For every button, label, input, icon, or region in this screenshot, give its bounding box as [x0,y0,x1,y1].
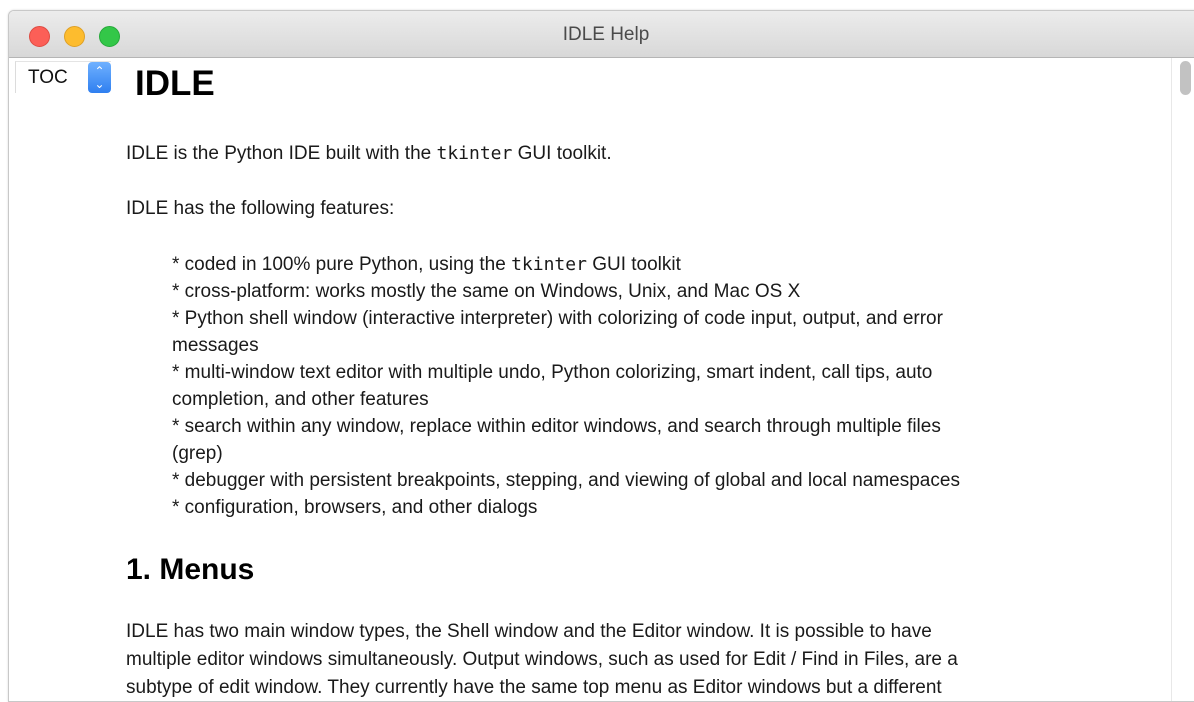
menus-line: IDLE has two main window types, the Shel… [126,621,932,642]
features-list: * coded in 100% pure Python, using the t… [172,251,960,521]
menus-paragraph: IDLE has two main window types, the Shel… [126,618,958,701]
vertical-scrollbar[interactable] [1171,58,1194,701]
feature-line: * configuration, browsers, and other dia… [172,497,538,518]
feature-line: * coded in 100% pure Python, using the t… [172,254,681,275]
intro-text-end: GUI toolkit. [512,143,612,164]
window-title: IDLE Help [562,24,650,45]
help-content[interactable]: TOC ⌃ ⌄ IDLE IDLE is the Python IDE built… [9,58,1181,701]
feature-line: * cross-platform: works mostly the same … [172,281,801,302]
feature-line: completion, and other features [172,389,429,410]
scrollbar-thumb[interactable] [1180,61,1191,95]
help-window: IDLE Help TOC ⌃ ⌄ IDLE IDLE is the Python… [8,10,1194,702]
updown-chevron-icon[interactable]: ⌃ ⌄ [88,62,111,93]
intro-text-start: IDLE is the Python IDE built with the [126,143,437,164]
doc-title: IDLE [135,64,215,103]
feature-line: * multi-window text editor with multiple… [172,362,933,383]
features-intro: IDLE has the following features: [126,198,395,219]
feature-line: * debugger with persistent breakpoints, … [172,470,960,491]
toc-label: TOC [28,67,68,88]
toc-menubutton[interactable]: TOC ⌃ ⌄ [15,61,111,93]
intro-code: tkinter [436,143,513,164]
feature-line: * Python shell window (interactive inter… [172,308,943,329]
feature-line: messages [172,335,259,356]
feature-line: (grep) [172,443,223,464]
feature-line: * search within any window, replace with… [172,416,941,437]
section-heading-menus: 1. Menus [126,553,255,586]
menus-line: multiple editor windows simultaneously. … [126,649,958,670]
intro-paragraph: IDLE is the Python IDE built with the tk… [126,140,612,167]
title-bar[interactable]: IDLE Help [9,11,1194,58]
menus-line: subtype of edit window. They currently h… [126,677,942,698]
